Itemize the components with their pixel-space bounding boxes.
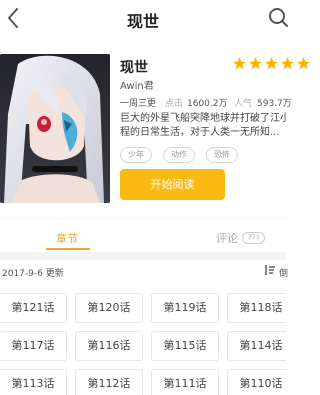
- author-name[interactable]: Awin君: [120, 77, 154, 92]
- clicks-label: 点击: [165, 99, 184, 109]
- popularity-value: 593.7万: [257, 99, 292, 109]
- star-icon: [297, 57, 310, 70]
- sort-icon[interactable]: [264, 264, 276, 276]
- comments-count-badge: 373: [242, 232, 266, 244]
- chapter-button[interactable]: 第113话: [0, 369, 67, 395]
- chapter-button[interactable]: 第111话: [151, 369, 219, 395]
- clicks-value: 1600.2万: [187, 99, 228, 109]
- chapter-button[interactable]: 第117话: [0, 331, 67, 361]
- chapter-button[interactable]: 第114话: [227, 331, 286, 361]
- top-bar: 现世: [0, 0, 288, 38]
- rating-stars: [232, 56, 312, 72]
- star-icon: [281, 57, 294, 70]
- chapter-button[interactable]: 第110话: [227, 369, 286, 395]
- star-icon: [265, 57, 278, 70]
- update-schedule: 一周三更: [120, 99, 157, 109]
- description-line-1: 巨大的外星飞船突降地球并打破了江小: [120, 113, 286, 124]
- popularity-label: 人气: [234, 99, 253, 109]
- comic-description[interactable]: 巨大的外星飞船突降地球并打破了江小 程的日常生活，对于人类一无所知...: [120, 112, 286, 140]
- chapter-button[interactable]: 第119话: [151, 293, 219, 323]
- tag-chip[interactable]: 动作: [163, 147, 195, 163]
- sort-order-label[interactable]: 倒: [279, 266, 288, 279]
- chapter-button[interactable]: 第118话: [227, 293, 286, 323]
- chapter-button[interactable]: 第116话: [75, 331, 143, 361]
- star-icon: [249, 57, 262, 70]
- tab-chapters[interactable]: 章节: [56, 230, 78, 246]
- section-separator: [0, 252, 286, 260]
- comic-cover-image: [0, 54, 110, 203]
- active-tab-indicator: [46, 248, 90, 250]
- chapter-button[interactable]: 第112话: [75, 369, 143, 395]
- divider: [0, 218, 286, 219]
- start-reading-button[interactable]: 开始阅读: [120, 169, 225, 200]
- tag-chip[interactable]: 少年: [120, 147, 152, 163]
- search-icon[interactable]: [266, 6, 288, 28]
- tab-comments[interactable]: 评论: [216, 230, 238, 246]
- tag-chip[interactable]: 恐怖: [206, 147, 238, 163]
- chapter-button[interactable]: 第115话: [151, 331, 219, 361]
- description-line-2: 程的日常生活，对于人类一无所知...: [120, 127, 280, 138]
- update-date: 2017-9-6 更新: [2, 269, 64, 279]
- chapter-button[interactable]: 第121话: [0, 293, 67, 323]
- star-icon: [233, 57, 246, 70]
- chapter-button[interactable]: 第120话: [75, 293, 143, 323]
- comic-title: 现世: [120, 60, 148, 76]
- page-title: 现世: [126, 12, 159, 31]
- chapter-grid: 第121话 第120话 第119话 第118话 第117话 第116话 第115…: [0, 293, 286, 395]
